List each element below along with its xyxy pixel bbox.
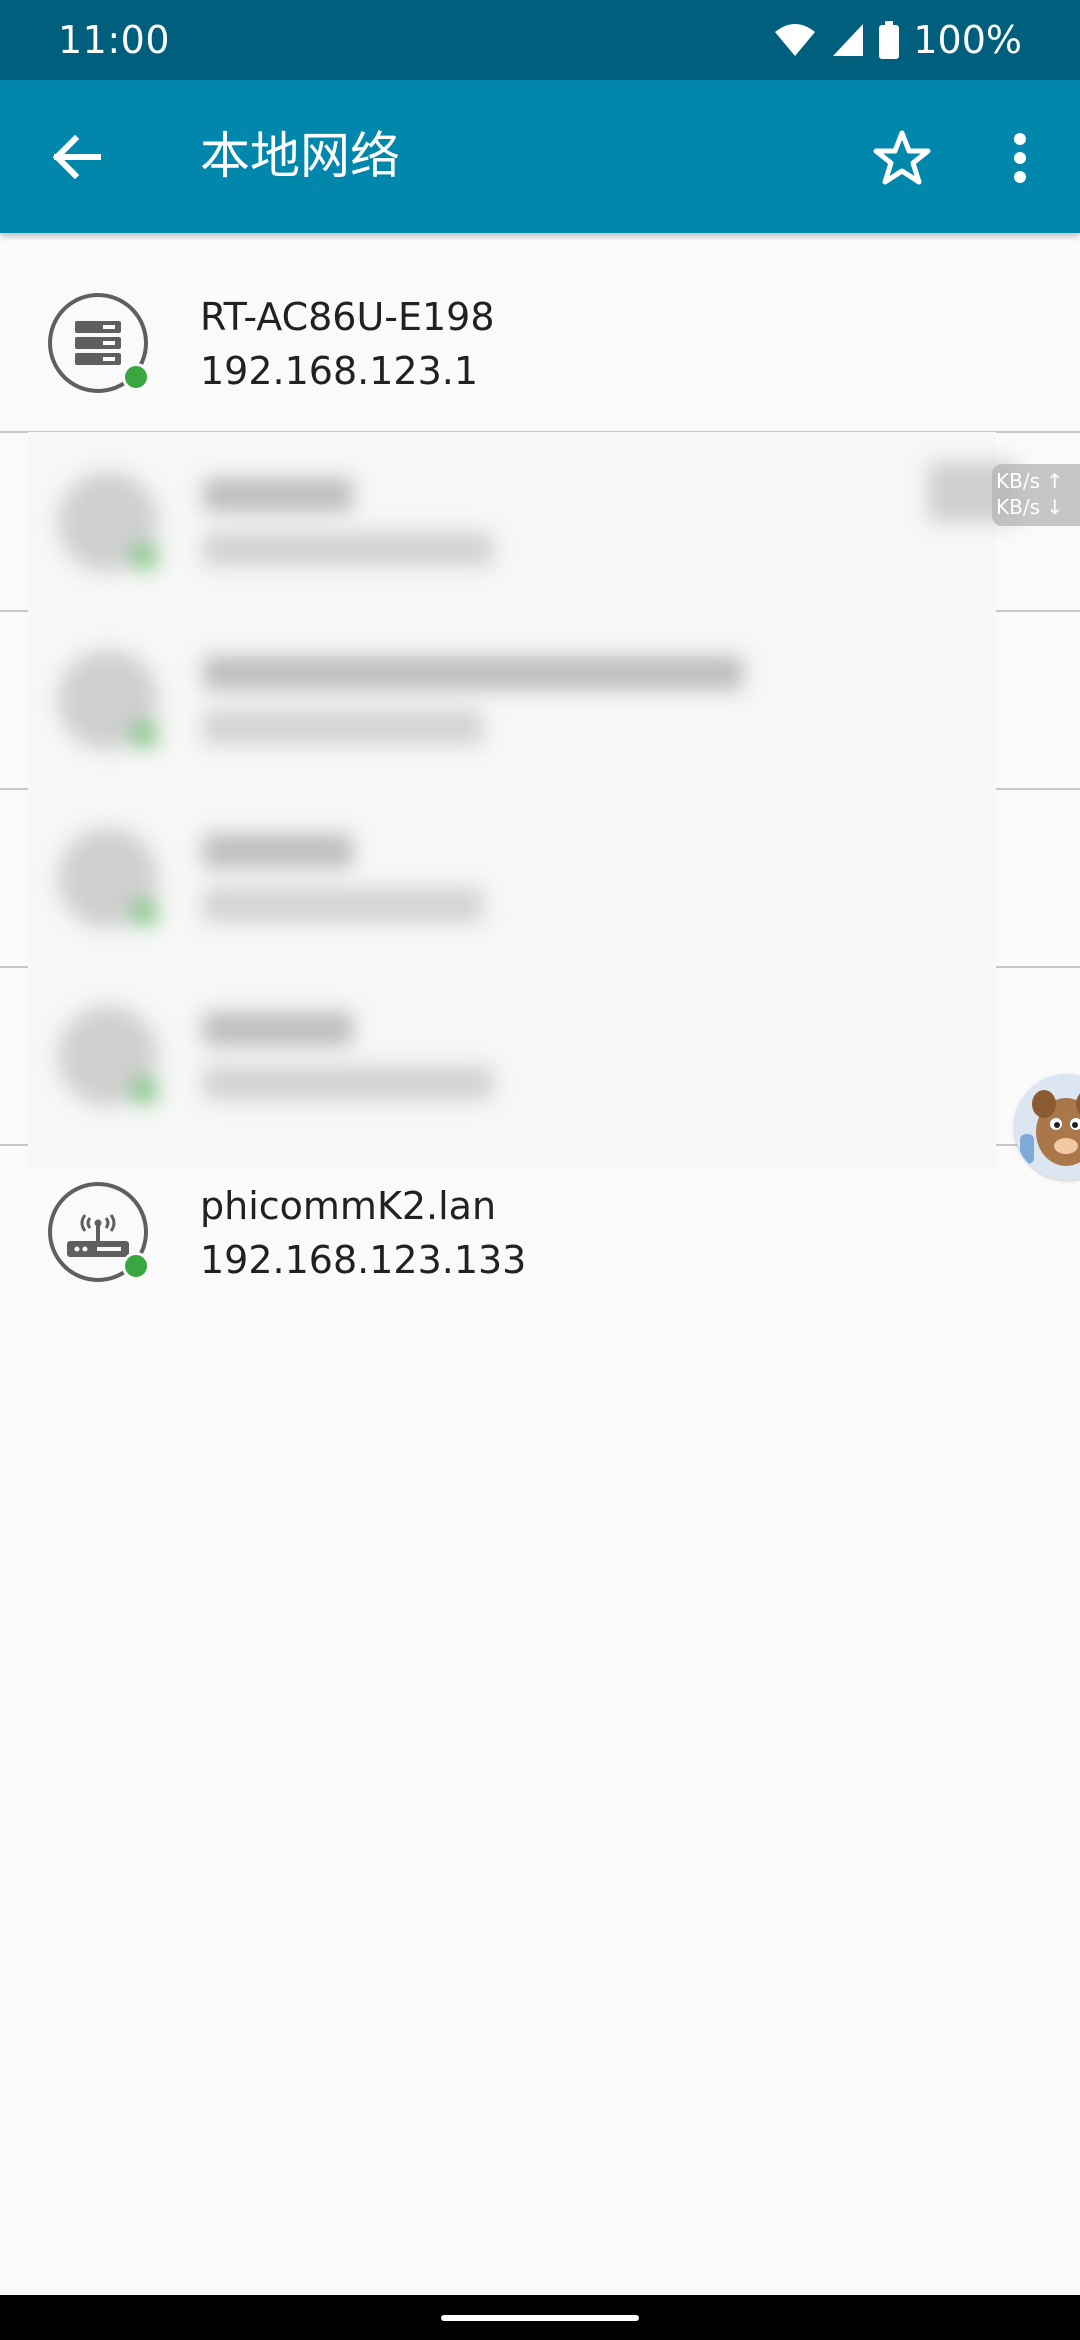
redacted-device-list xyxy=(28,432,1018,1167)
upload-speed: KB/s ↑ xyxy=(996,469,1064,493)
router-antenna-icon xyxy=(67,1214,129,1257)
redacted-row xyxy=(28,432,1018,610)
device-icon xyxy=(48,1182,150,1282)
status-icons: 100% xyxy=(773,18,1022,62)
back-button[interactable] xyxy=(44,122,108,192)
battery-icon xyxy=(879,21,900,59)
more-vert-icon xyxy=(1014,133,1026,183)
device-row[interactable]: phicommK2.lan 192.168.123.133 xyxy=(0,1146,1080,1322)
redacted-row xyxy=(28,966,996,1144)
redacted-row xyxy=(28,610,996,788)
more-options-button[interactable] xyxy=(990,122,1050,194)
favorite-button[interactable] xyxy=(866,122,938,194)
server-icon xyxy=(75,321,121,365)
arrow-back-icon xyxy=(52,135,101,179)
network-speed-overlay[interactable]: KB/s ↑ KB/s ↓ xyxy=(992,464,1080,526)
online-status-dot xyxy=(122,363,150,391)
screen: 11:00 100% 本地网络 RT-AC86U-E198 192.168.12… xyxy=(0,0,1080,2340)
status-bar: 11:00 100% xyxy=(0,0,1080,80)
device-icon xyxy=(48,293,150,393)
device-name: phicommK2.lan xyxy=(200,1184,497,1228)
status-time: 11:00 xyxy=(58,18,171,62)
app-bar: 本地网络 xyxy=(0,80,1080,233)
wifi-icon xyxy=(773,22,817,58)
online-status-dot xyxy=(122,1252,150,1280)
device-row[interactable]: RT-AC86U-E198 192.168.123.1 xyxy=(0,255,1080,431)
device-ip: 192.168.123.133 xyxy=(200,1238,527,1282)
redacted-row xyxy=(28,788,996,966)
blurred-content xyxy=(28,432,1018,1167)
page-title: 本地网络 xyxy=(200,127,400,185)
download-speed: KB/s ↓ xyxy=(996,495,1064,519)
battery-percent: 100% xyxy=(913,18,1022,62)
cell-signal-icon xyxy=(831,22,865,58)
star-outline-icon xyxy=(873,130,931,185)
system-navigation-bar xyxy=(0,2295,1080,2340)
device-ip: 192.168.123.1 xyxy=(200,349,479,393)
home-gesture-handle[interactable] xyxy=(441,2315,639,2321)
device-name: RT-AC86U-E198 xyxy=(200,295,495,339)
